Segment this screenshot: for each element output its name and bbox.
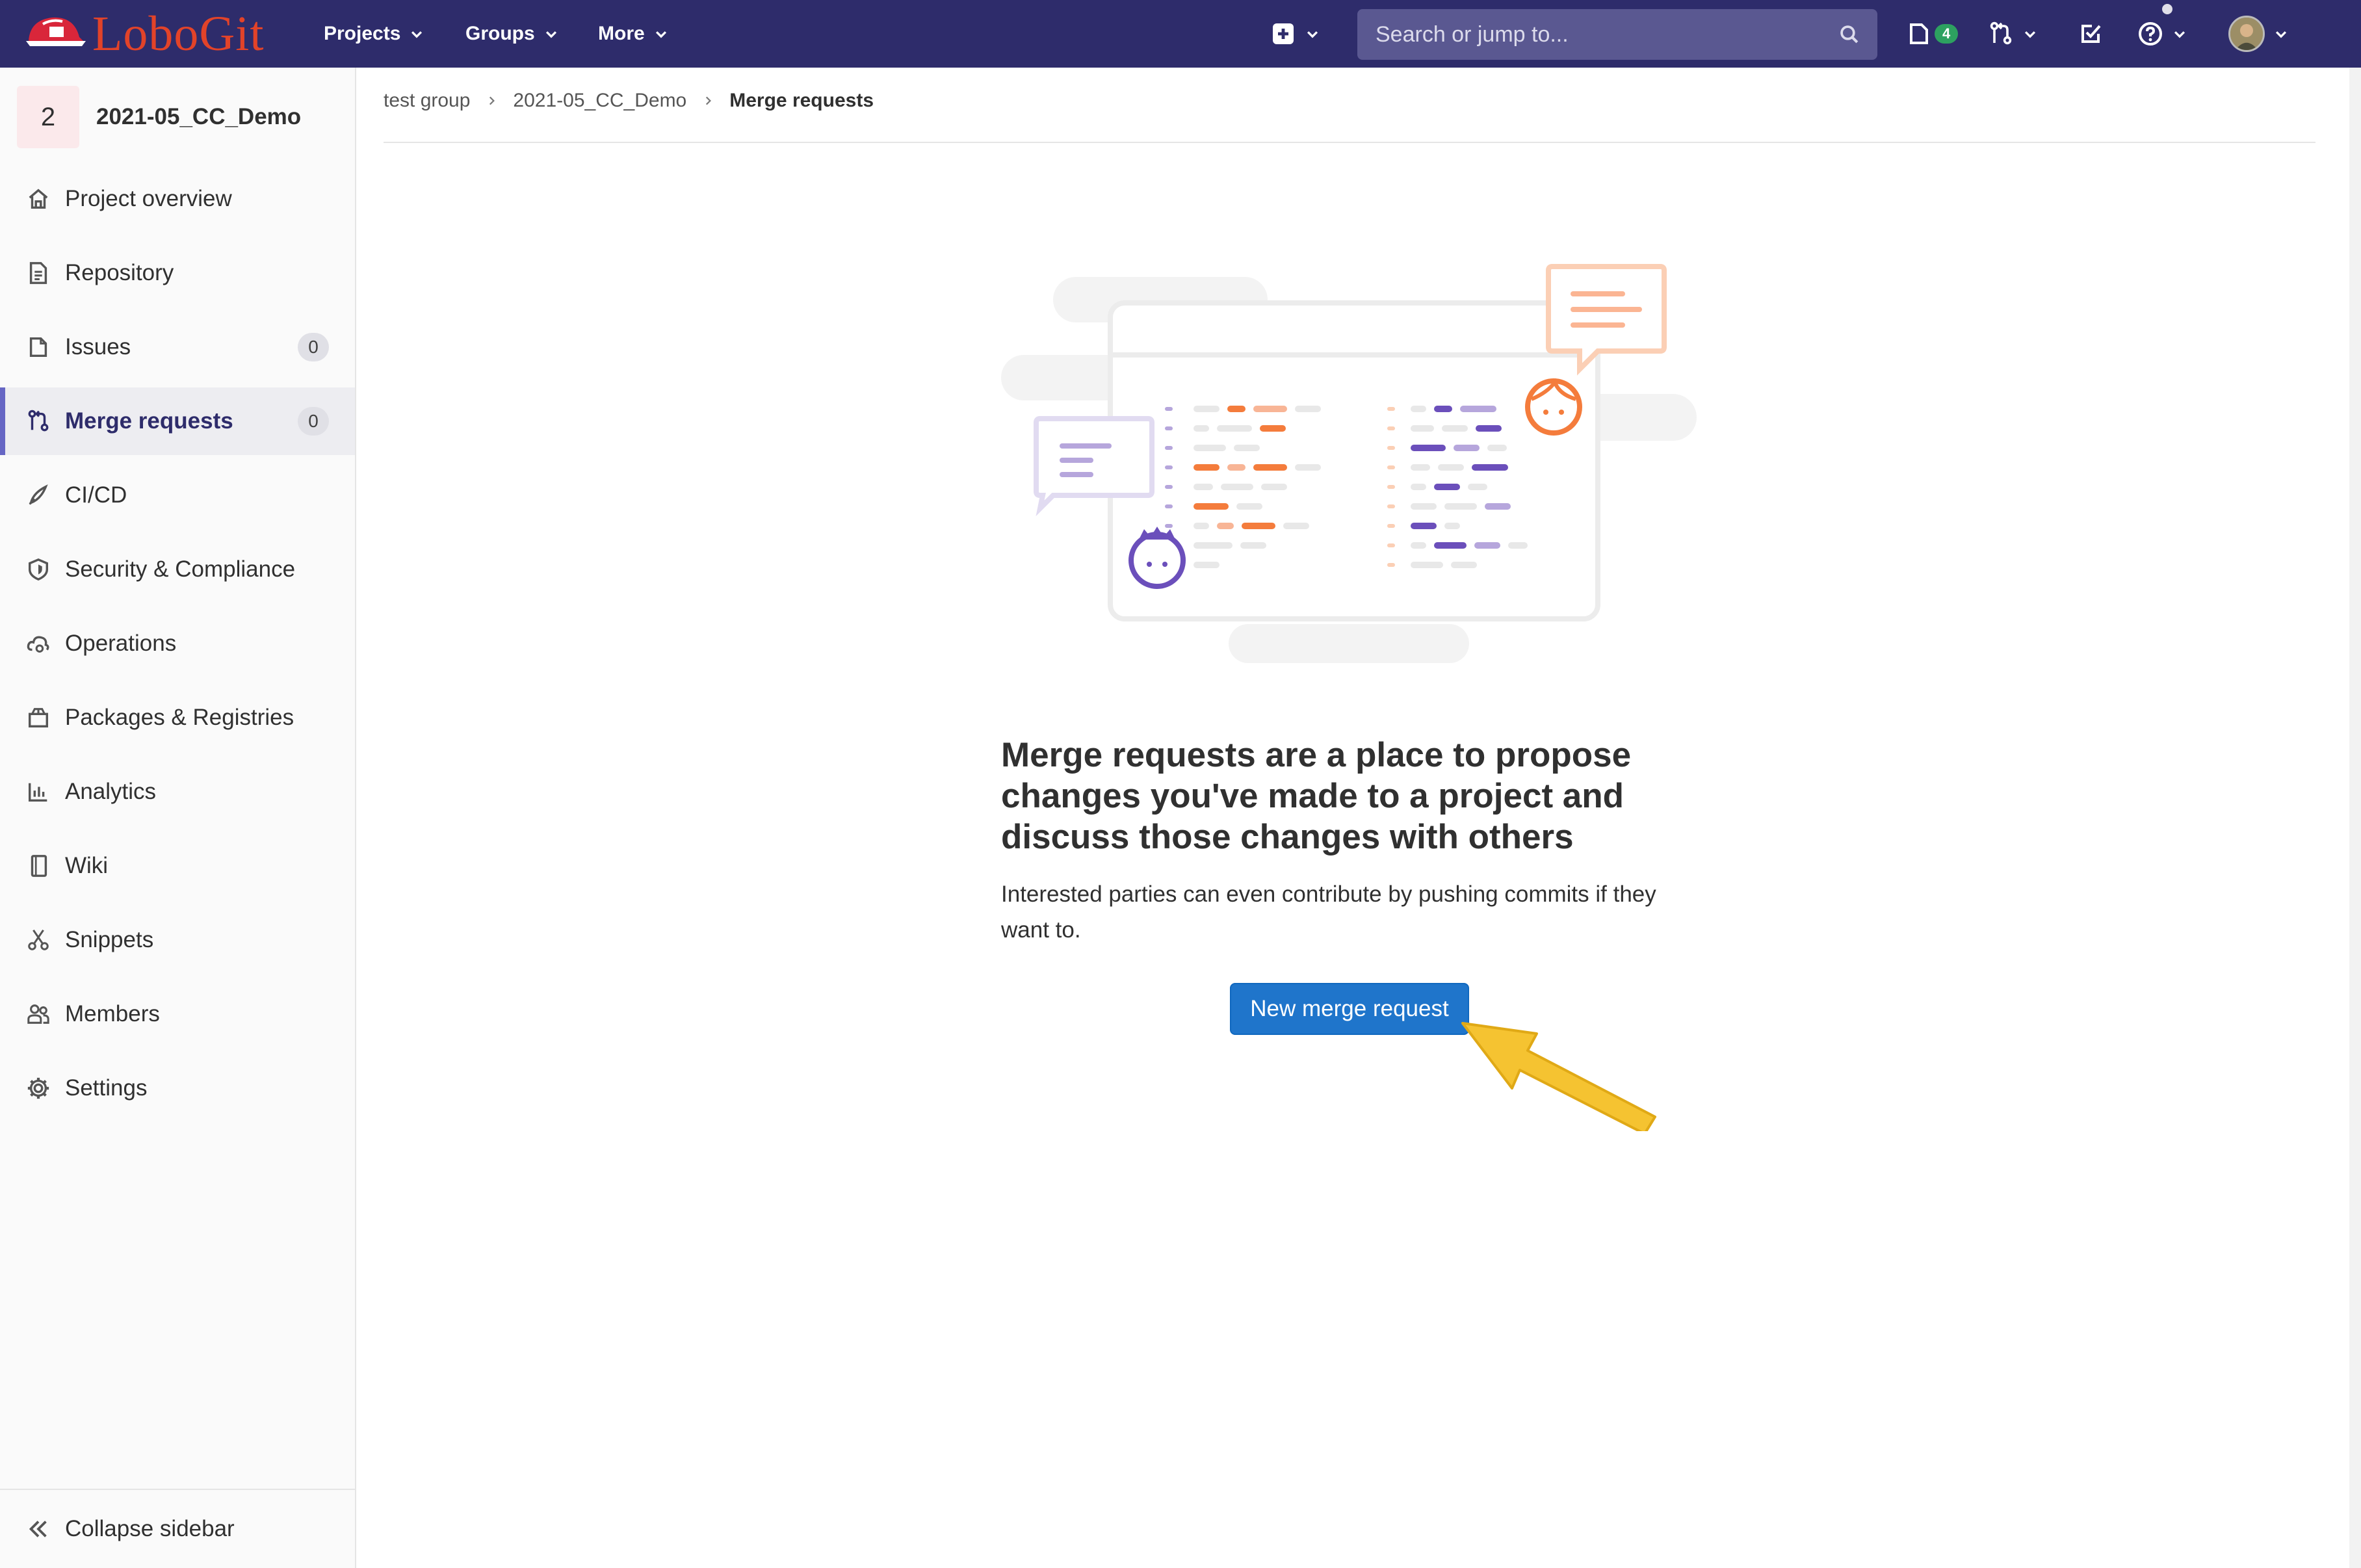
project-sidebar: 2 2021-05_CC_Demo Project overview Repos… <box>0 68 356 1568</box>
sidebar-item-wiki[interactable]: Wiki <box>0 832 355 900</box>
breadcrumb-group[interactable]: test group <box>384 90 470 112</box>
project-avatar: 2 <box>17 86 79 148</box>
collapse-sidebar-button[interactable]: Collapse sidebar <box>0 1489 355 1568</box>
sidebar-item-label: Snippets <box>65 927 154 952</box>
chevron-down-icon <box>545 31 556 38</box>
groups-menu[interactable]: Groups <box>465 0 558 68</box>
home-icon <box>29 189 48 209</box>
more-menu-label: More <box>598 23 645 44</box>
double-chevron-left-icon <box>29 1521 47 1537</box>
notification-dot <box>2162 4 2172 14</box>
page-scroll-edge <box>2349 68 2361 1568</box>
chart-icon <box>28 783 47 802</box>
sidebar-item-label: Settings <box>65 1075 148 1101</box>
sidebar-item-snippets[interactable]: Snippets <box>0 906 355 974</box>
chevron-down-icon <box>2174 31 2185 38</box>
help-icon <box>2139 22 2162 46</box>
new-merge-request-button[interactable]: New merge request <box>1230 983 1469 1035</box>
new-item-dropdown[interactable] <box>1270 17 1320 51</box>
sidebar-item-analytics[interactable]: Analytics <box>0 758 355 826</box>
search-icon[interactable] <box>1838 23 1860 46</box>
brand-cap-icon <box>26 17 86 46</box>
sidebar-item-label: Operations <box>65 631 177 656</box>
users-icon <box>27 1004 49 1024</box>
search-input[interactable] <box>1374 21 1838 48</box>
merge-requests-count: 0 <box>298 407 329 436</box>
rocket-icon <box>29 484 48 505</box>
chevron-down-icon <box>411 31 423 38</box>
issues-count-badge: 4 <box>1935 24 1959 44</box>
help-dropdown[interactable] <box>2137 17 2187 51</box>
gear-icon <box>27 1077 49 1099</box>
sidebar-item-project-overview[interactable]: Project overview <box>0 165 355 233</box>
issues-icon <box>29 337 47 358</box>
sidebar-item-merge-requests[interactable]: Merge requests 0 <box>0 387 355 455</box>
breadcrumb-divider <box>384 142 2315 143</box>
package-icon <box>28 708 49 728</box>
merge-request-icon <box>1990 21 2012 45</box>
empty-state-title: Merge requests are a place to propose ch… <box>1001 736 1632 856</box>
sidebar-item-label: Wiki <box>65 853 109 878</box>
todo-check-icon <box>2081 25 2101 43</box>
shield-icon <box>28 558 49 581</box>
merge-requests-empty-illustration <box>1001 264 1697 663</box>
project-name: 2021-05_CC_Demo <box>96 104 302 129</box>
book-icon <box>31 855 47 877</box>
sidebar-item-label: Merge requests <box>65 408 233 434</box>
sidebar-item-label: Security & Compliance <box>65 556 296 582</box>
merge-requests-shortcut[interactable] <box>1988 17 2037 51</box>
empty-state-description: Interested parties can even contribute b… <box>1001 882 1656 943</box>
chevron-down-icon <box>655 31 666 38</box>
plus-square-icon <box>1273 23 1294 44</box>
cloud-gear-icon <box>27 636 49 653</box>
search-box[interactable] <box>1357 9 1877 60</box>
sidebar-item-operations[interactable]: Operations <box>0 610 355 677</box>
issues-icon <box>1910 23 1928 44</box>
sidebar-item-label: Issues <box>65 334 131 359</box>
issues-shortcut[interactable]: 4 <box>1906 17 1959 51</box>
groups-menu-label: Groups <box>465 23 535 44</box>
chevron-down-icon <box>2024 31 2036 38</box>
sidebar-item-repository[interactable]: Repository <box>0 239 355 307</box>
project-header[interactable]: 2 2021-05_CC_Demo <box>17 86 301 148</box>
sidebar-item-label: Members <box>65 1001 160 1026</box>
issues-count: 0 <box>298 333 329 361</box>
user-menu[interactable] <box>2228 16 2288 52</box>
chevron-right-icon <box>706 96 712 105</box>
projects-menu-label: Projects <box>324 23 401 44</box>
user-avatar <box>2228 16 2265 52</box>
sidebar-item-packages-registries[interactable]: Packages & Registries <box>0 684 355 751</box>
top-navbar: LoboGit Projects Groups More 4 <box>0 0 2361 68</box>
sidebar-item-label: Project overview <box>65 186 232 211</box>
chevron-right-icon <box>489 96 495 105</box>
brand-name: LoboGit <box>92 7 265 61</box>
todos-shortcut[interactable] <box>2078 17 2104 51</box>
scissors-icon <box>28 929 49 950</box>
annotation-arrow-icon <box>1461 1022 1656 1131</box>
projects-menu[interactable]: Projects <box>324 0 424 68</box>
sidebar-item-members[interactable]: Members <box>0 980 355 1048</box>
sidebar-item-label: CI/CD <box>65 482 127 508</box>
sidebar-item-label: Analytics <box>65 779 157 804</box>
sidebar-item-issues[interactable]: Issues 0 <box>0 313 355 381</box>
breadcrumb-current[interactable]: Merge requests <box>729 90 874 112</box>
merge-request-icon <box>28 410 49 432</box>
sidebar-item-label: Packages & Registries <box>65 705 294 730</box>
sidebar-item-settings[interactable]: Settings <box>0 1054 355 1122</box>
breadcrumb: test group 2021-05_CC_Demo Merge request… <box>384 90 874 112</box>
sidebar-item-label: Repository <box>65 260 174 285</box>
sidebar-item-ci-cd[interactable]: CI/CD <box>0 462 355 529</box>
more-menu[interactable]: More <box>598 0 668 68</box>
breadcrumb-project[interactable]: 2021-05_CC_Demo <box>513 90 686 112</box>
brand-logo[interactable]: LoboGit <box>23 8 265 60</box>
sidebar-item-security-compliance[interactable]: Security & Compliance <box>0 536 355 603</box>
collapse-sidebar-label: Collapse sidebar <box>65 1516 235 1541</box>
doc-icon <box>29 262 47 284</box>
chevron-down-icon <box>1307 31 1318 38</box>
chevron-down-icon <box>2275 31 2287 38</box>
